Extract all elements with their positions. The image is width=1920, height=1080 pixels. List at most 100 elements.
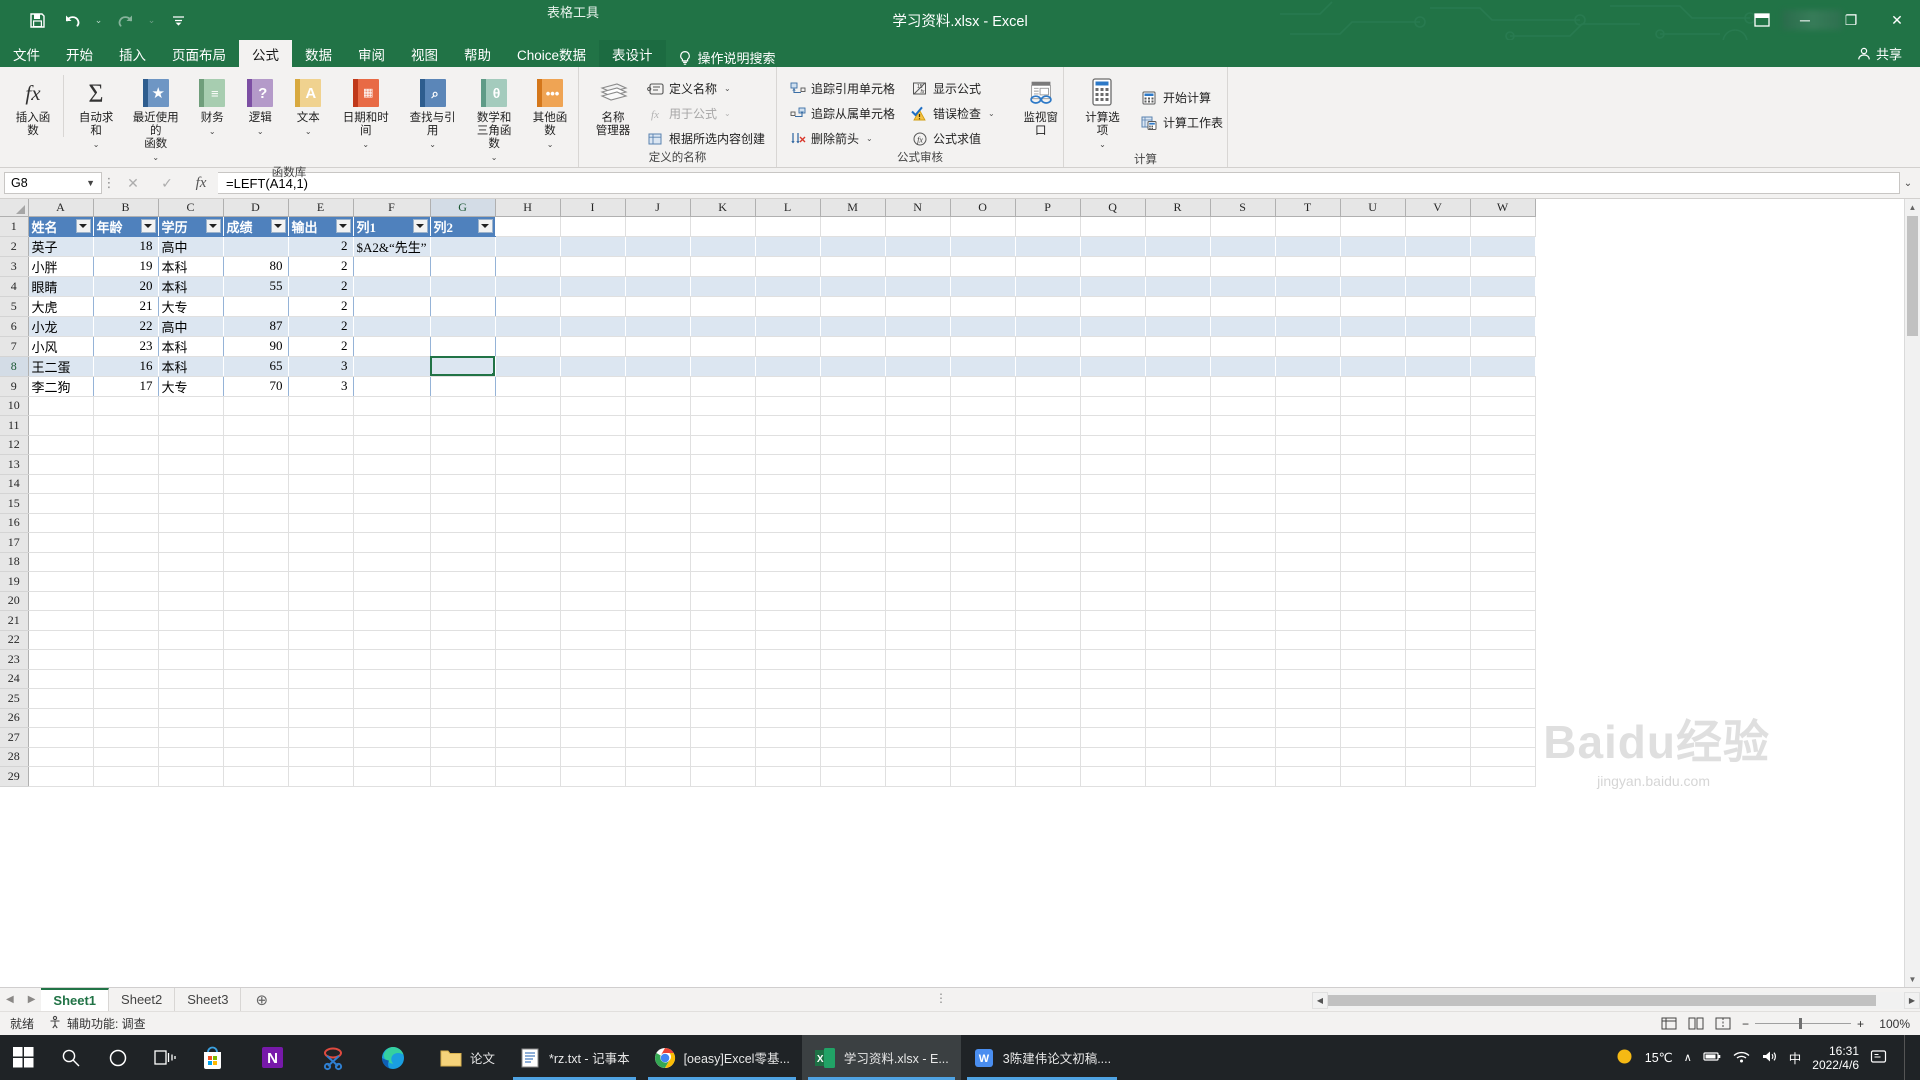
cell-F2[interactable]: $A2&“先生”: [353, 236, 431, 257]
cell-G24[interactable]: [430, 669, 496, 689]
cell-P17[interactable]: [1015, 532, 1081, 553]
cell-C2[interactable]: 高中: [158, 236, 224, 257]
cell-S7[interactable]: [1210, 336, 1276, 357]
cell-C3[interactable]: 本科: [158, 256, 224, 277]
cell-H21[interactable]: [495, 610, 561, 631]
redo-dropdown-icon[interactable]: ⌄: [145, 15, 158, 26]
cell-J15[interactable]: [625, 493, 691, 514]
cell-I14[interactable]: [560, 474, 626, 494]
cell-L24[interactable]: [755, 669, 821, 689]
cell-P10[interactable]: [1015, 396, 1081, 416]
cell-O13[interactable]: [950, 454, 1016, 475]
cell-A11[interactable]: [28, 415, 94, 436]
column-header-b[interactable]: B: [93, 199, 159, 217]
cell-O25[interactable]: [950, 688, 1016, 709]
cell-N13[interactable]: [885, 454, 951, 475]
cell-M6[interactable]: [820, 316, 886, 337]
cell-E9[interactable]: 3: [288, 376, 354, 397]
cell-T14[interactable]: [1275, 474, 1341, 494]
cell-P16[interactable]: [1015, 513, 1081, 533]
logical-caret-icon[interactable]: ⌄: [257, 125, 264, 138]
cell-T5[interactable]: [1275, 296, 1341, 317]
column-header-k[interactable]: K: [690, 199, 756, 217]
cell-U29[interactable]: [1340, 766, 1406, 787]
text-caret-icon[interactable]: ⌄: [305, 125, 312, 138]
cell-S26[interactable]: [1210, 708, 1276, 728]
cell-W16[interactable]: [1470, 513, 1536, 533]
cell-U23[interactable]: [1340, 649, 1406, 670]
cell-C24[interactable]: [158, 669, 224, 689]
cell-O26[interactable]: [950, 708, 1016, 728]
cell-A5[interactable]: 大虎: [28, 296, 94, 317]
cell-C20[interactable]: [158, 591, 224, 611]
cell-C12[interactable]: [158, 435, 224, 455]
cell-F18[interactable]: [353, 552, 431, 572]
cell-O16[interactable]: [950, 513, 1016, 533]
cell-C15[interactable]: [158, 493, 224, 514]
cell-T22[interactable]: [1275, 630, 1341, 650]
cell-W24[interactable]: [1470, 669, 1536, 689]
cell-S24[interactable]: [1210, 669, 1276, 689]
expand-formula-bar-icon[interactable]: ⌄: [1900, 178, 1916, 189]
cell-D14[interactable]: [223, 474, 289, 494]
cell-R3[interactable]: [1145, 256, 1211, 277]
cell-C10[interactable]: [158, 396, 224, 416]
cell-N16[interactable]: [885, 513, 951, 533]
cell-F15[interactable]: [353, 493, 431, 514]
cell-T17[interactable]: [1275, 532, 1341, 553]
cell-B17[interactable]: [93, 532, 159, 553]
cell-F29[interactable]: [353, 766, 431, 787]
cell-V19[interactable]: [1405, 571, 1471, 592]
cell-B1[interactable]: 年龄: [93, 216, 159, 237]
cell-P15[interactable]: [1015, 493, 1081, 514]
cell-J1[interactable]: [625, 216, 691, 237]
cell-W11[interactable]: [1470, 415, 1536, 436]
cell-E17[interactable]: [288, 532, 354, 553]
cell-Q22[interactable]: [1080, 630, 1146, 650]
cell-Q6[interactable]: [1080, 316, 1146, 337]
cell-O17[interactable]: [950, 532, 1016, 553]
cell-N3[interactable]: [885, 256, 951, 277]
cell-P1[interactable]: [1015, 216, 1081, 237]
cell-I15[interactable]: [560, 493, 626, 514]
row-header-25[interactable]: 25: [0, 688, 29, 709]
cell-J12[interactable]: [625, 435, 691, 455]
cell-F23[interactable]: [353, 649, 431, 670]
taskbar-notepad-window[interactable]: *rz.txt - 记事本: [507, 1035, 642, 1080]
cell-W12[interactable]: [1470, 435, 1536, 455]
cell-Q8[interactable]: [1080, 356, 1146, 377]
cell-K18[interactable]: [690, 552, 756, 572]
cell-O28[interactable]: [950, 747, 1016, 767]
cell-A17[interactable]: [28, 532, 94, 553]
cell-L6[interactable]: [755, 316, 821, 337]
cell-V4[interactable]: [1405, 276, 1471, 297]
cell-U28[interactable]: [1340, 747, 1406, 767]
cell-R16[interactable]: [1145, 513, 1211, 533]
math-trig-button[interactable]: θ 数学和 三角函数 ⌄: [466, 75, 522, 166]
row-header-8[interactable]: 8: [0, 356, 29, 377]
cell-N23[interactable]: [885, 649, 951, 670]
cell-P13[interactable]: [1015, 454, 1081, 475]
cell-H7[interactable]: [495, 336, 561, 357]
zoom-knob[interactable]: [1798, 1018, 1802, 1029]
cell-T13[interactable]: [1275, 454, 1341, 475]
maximize-restore-button[interactable]: ❐: [1828, 0, 1874, 40]
trace-dependents-button[interactable]: 追踪从属单元格: [785, 101, 899, 126]
cell-P26[interactable]: [1015, 708, 1081, 728]
cell-D25[interactable]: [223, 688, 289, 709]
cell-E25[interactable]: [288, 688, 354, 709]
row-header-20[interactable]: 20: [0, 591, 29, 611]
normal-view-icon[interactable]: [1661, 1016, 1678, 1031]
cell-M9[interactable]: [820, 376, 886, 397]
row-header-28[interactable]: 28: [0, 747, 29, 767]
cell-W2[interactable]: [1470, 236, 1536, 257]
cell-L19[interactable]: [755, 571, 821, 592]
cell-L1[interactable]: [755, 216, 821, 237]
cell-S14[interactable]: [1210, 474, 1276, 494]
cell-K16[interactable]: [690, 513, 756, 533]
cell-W22[interactable]: [1470, 630, 1536, 650]
cell-B21[interactable]: [93, 610, 159, 631]
cell-V17[interactable]: [1405, 532, 1471, 553]
cell-B29[interactable]: [93, 766, 159, 787]
cell-L15[interactable]: [755, 493, 821, 514]
